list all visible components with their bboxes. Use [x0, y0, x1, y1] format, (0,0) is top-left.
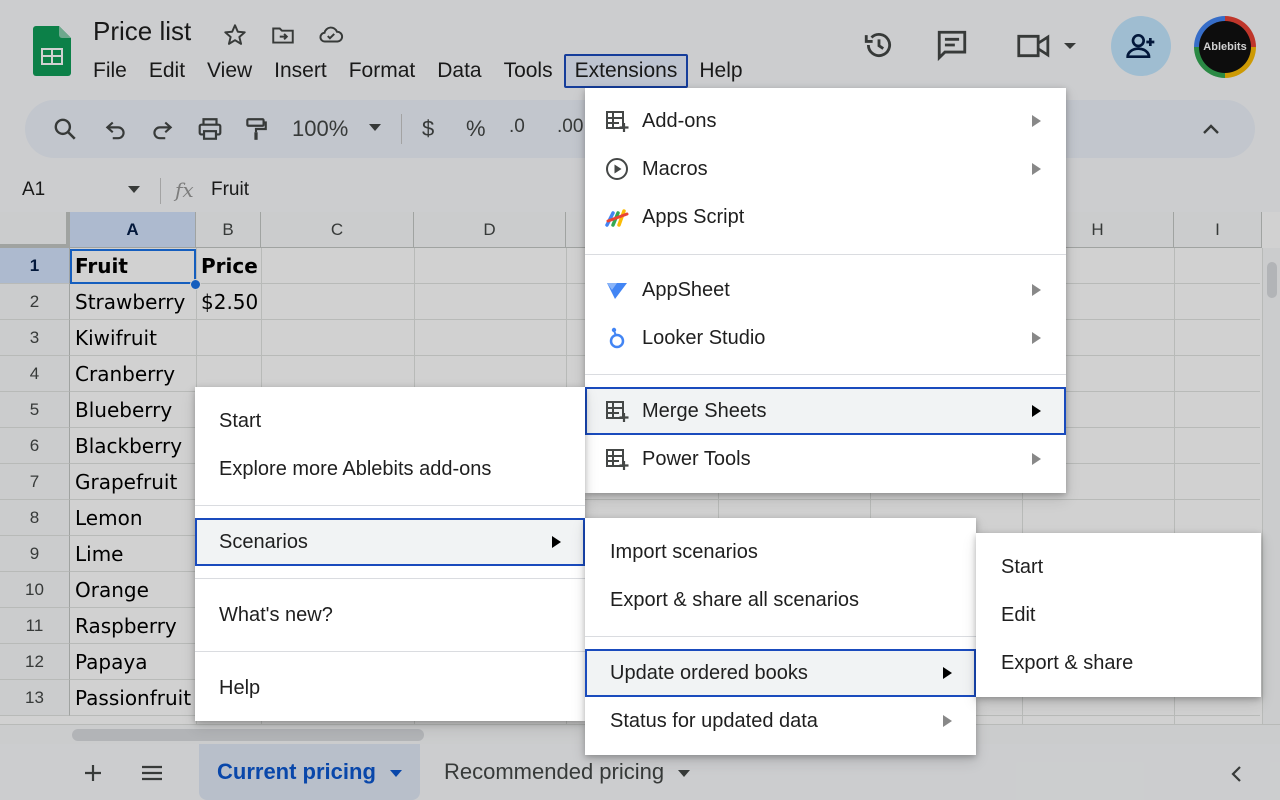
- menu-item-edit[interactable]: Edit: [976, 591, 1261, 639]
- menu-item-export-share-all[interactable]: Export & share all scenarios: [585, 576, 976, 624]
- menu-item-looker-studio[interactable]: Looker Studio: [585, 314, 1066, 362]
- menu-item-apps-script[interactable]: Apps Script: [585, 193, 1066, 241]
- menu-item-label: Import scenarios: [610, 540, 758, 563]
- menu-item-update-ordered-books[interactable]: Update ordered books: [585, 649, 976, 697]
- menu-separator: [585, 254, 1066, 255]
- menu-item-label: Help: [219, 676, 261, 699]
- submenu-arrow-icon: [1032, 405, 1041, 417]
- menu-item-label: What's new?: [219, 603, 333, 626]
- menu-item-label: Macros: [642, 157, 708, 180]
- add-on-table-icon: [606, 449, 629, 470]
- submenu-arrow-icon: [552, 536, 561, 548]
- menu-item-label: AppSheet: [642, 278, 730, 301]
- menu-separator: [195, 651, 585, 652]
- menu-item-label: Export & share all scenarios: [610, 588, 860, 611]
- submenu-arrow-icon: [1032, 453, 1041, 465]
- menu-separator: [195, 578, 585, 579]
- menu-item-merge-sheets[interactable]: Merge Sheets: [585, 387, 1066, 435]
- menu-item-power-tools[interactable]: Power Tools: [585, 435, 1066, 483]
- looker-studio-icon: [609, 327, 625, 349]
- appsheet-icon: [607, 283, 627, 299]
- add-on-table-icon: [606, 111, 629, 132]
- menu-separator: [195, 505, 585, 506]
- menu-item-add-ons[interactable]: Add-ons: [585, 97, 1066, 145]
- menu-item-label: Power Tools: [642, 447, 751, 470]
- menu-item-label: Start: [219, 409, 262, 432]
- submenu-arrow-icon: [1032, 284, 1041, 296]
- menu-item-whats-new[interactable]: What's new?: [195, 591, 585, 639]
- menu-item-label: Status for updated data: [610, 709, 818, 732]
- menu-item-start[interactable]: Start: [976, 543, 1261, 591]
- menu-item-label: Apps Script: [642, 205, 745, 228]
- submenu-arrow-icon: [1032, 115, 1041, 127]
- menu-item-label: Add-ons: [642, 109, 717, 132]
- submenu-arrow-icon: [1032, 332, 1041, 344]
- menu-item-scenarios[interactable]: Scenarios: [195, 518, 585, 566]
- extensions-menu: Add-ons Macros Apps Script AppSheet Look…: [585, 88, 1066, 493]
- menu-item-explore-addons[interactable]: Explore more Ablebits add-ons: [195, 445, 585, 493]
- submenu-arrow-icon: [943, 667, 952, 679]
- menu-separator: [585, 636, 976, 637]
- merge-sheets-submenu: Start Explore more Ablebits add-ons Scen…: [195, 387, 585, 721]
- menu-item-start[interactable]: Start: [195, 397, 585, 445]
- menu-item-status-updated-data[interactable]: Status for updated data: [585, 697, 976, 745]
- submenu-arrow-icon: [943, 715, 952, 727]
- menu-item-label: Export & share: [1001, 651, 1134, 674]
- menu-item-label: Edit: [1001, 603, 1036, 626]
- menu-item-label: Merge Sheets: [642, 399, 767, 422]
- update-ordered-books-submenu: Start Edit Export & share: [976, 533, 1261, 697]
- submenu-arrow-icon: [1032, 163, 1041, 175]
- menu-item-label: Start: [1001, 555, 1044, 578]
- scenarios-submenu: Import scenarios Export & share all scen…: [585, 518, 976, 755]
- menu-separator: [585, 374, 1066, 375]
- menu-item-help[interactable]: Help: [195, 664, 585, 712]
- apps-script-icon: [605, 209, 629, 227]
- add-on-table-icon: [606, 401, 629, 422]
- menu-item-import-scenarios[interactable]: Import scenarios: [585, 528, 976, 576]
- menu-item-label: Explore more Ablebits add-ons: [219, 457, 492, 480]
- menu-item-label: Looker Studio: [642, 326, 766, 349]
- play-circle-icon: [606, 158, 628, 180]
- menu-item-export-share[interactable]: Export & share: [976, 639, 1261, 687]
- menu-item-macros[interactable]: Macros: [585, 145, 1066, 193]
- menu-item-appsheet[interactable]: AppSheet: [585, 266, 1066, 314]
- menu-item-label: Scenarios: [219, 530, 308, 553]
- menu-item-label: Update ordered books: [610, 661, 808, 684]
